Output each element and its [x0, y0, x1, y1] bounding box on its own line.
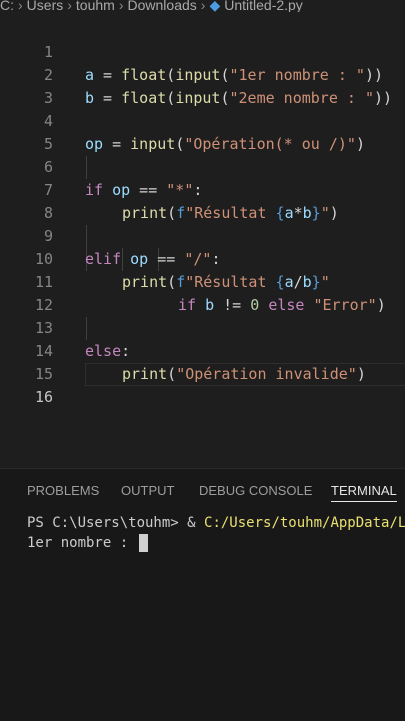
breadcrumb-downloads[interactable]: Downloads [128, 0, 197, 12]
chevron-right-icon: › [118, 0, 124, 12]
code-line-7[interactable]: 7 print(f"Résultat {a*b}") [0, 156, 405, 222]
code-line-3[interactable]: 3 [0, 64, 405, 107]
code-line-2[interactable]: 2 b = float(input("2eme nombre : ")) [0, 41, 405, 107]
code-line-5[interactable]: 5 [0, 110, 405, 153]
bottom-panel: PROBLEMS OUTPUT DEBUG CONSOLE TERMINAL P… [0, 468, 405, 721]
terminal-output[interactable]: PS C:\Users\touhm> & C:/Users/touhm/AppD… [27, 513, 405, 553]
breadcrumb: C: › Users › touhm › Downloads › ◆ Untitled-2.py [0, 0, 405, 12]
breadcrumb-drive[interactable]: C: [0, 0, 14, 12]
terminal-command: C:/Users/touhm/AppData/L [204, 515, 405, 531]
breadcrumb-users[interactable]: Users [27, 0, 64, 12]
code-editor[interactable]: 1 a = float(input("1er nombre : ")) 2 b … [0, 18, 405, 468]
code-line-14[interactable]: 14 print("Opération invalide") [0, 317, 405, 383]
code-line-6[interactable]: 6 if op == "*": [0, 133, 405, 199]
terminal-prompt: PS C:\Users\touhm> & [27, 515, 205, 531]
code-line-13[interactable]: 13 else: [0, 294, 405, 360]
code-line-1[interactable]: 1 a = float(input("1er nombre : ")) [0, 18, 405, 84]
chevron-right-icon: › [67, 0, 72, 12]
code-line-10[interactable]: 10 print(f"Résultat {a/b}" [0, 225, 405, 291]
code-line-4[interactable]: 4 op = input("Opération(* ou /)") [0, 87, 405, 153]
code-line-9[interactable]: 9 elif op == "/": [0, 202, 405, 268]
chevron-right-icon: › [18, 0, 23, 12]
code-line-16[interactable]: 16 [0, 363, 405, 406]
tab-output[interactable]: OUTPUT [121, 481, 174, 501]
breadcrumb-file[interactable]: Untitled-2.py [224, 0, 303, 12]
code-line-15[interactable]: 15 [0, 340, 405, 383]
panel-tabs: PROBLEMS OUTPUT DEBUG CONSOLE TERMINAL [0, 481, 405, 503]
tab-debug-console[interactable]: DEBUG CONSOLE [199, 481, 312, 501]
chevron-right-icon: › [200, 0, 206, 12]
breadcrumb-touhm[interactable]: touhm [76, 0, 115, 12]
code-line-11[interactable]: 11 if b != 0 else "Error") [0, 248, 405, 314]
tab-terminal[interactable]: TERMINAL [331, 481, 397, 502]
terminal-input-prompt: 1er nombre : [27, 535, 137, 551]
code-line-8[interactable]: 8 [0, 179, 405, 222]
python-file-icon: ◆ [209, 0, 221, 12]
terminal-cursor [138, 534, 148, 552]
tab-problems[interactable]: PROBLEMS [27, 481, 99, 501]
code-line-12[interactable]: 12 [0, 271, 405, 314]
line-number: 16 [34, 388, 53, 406]
